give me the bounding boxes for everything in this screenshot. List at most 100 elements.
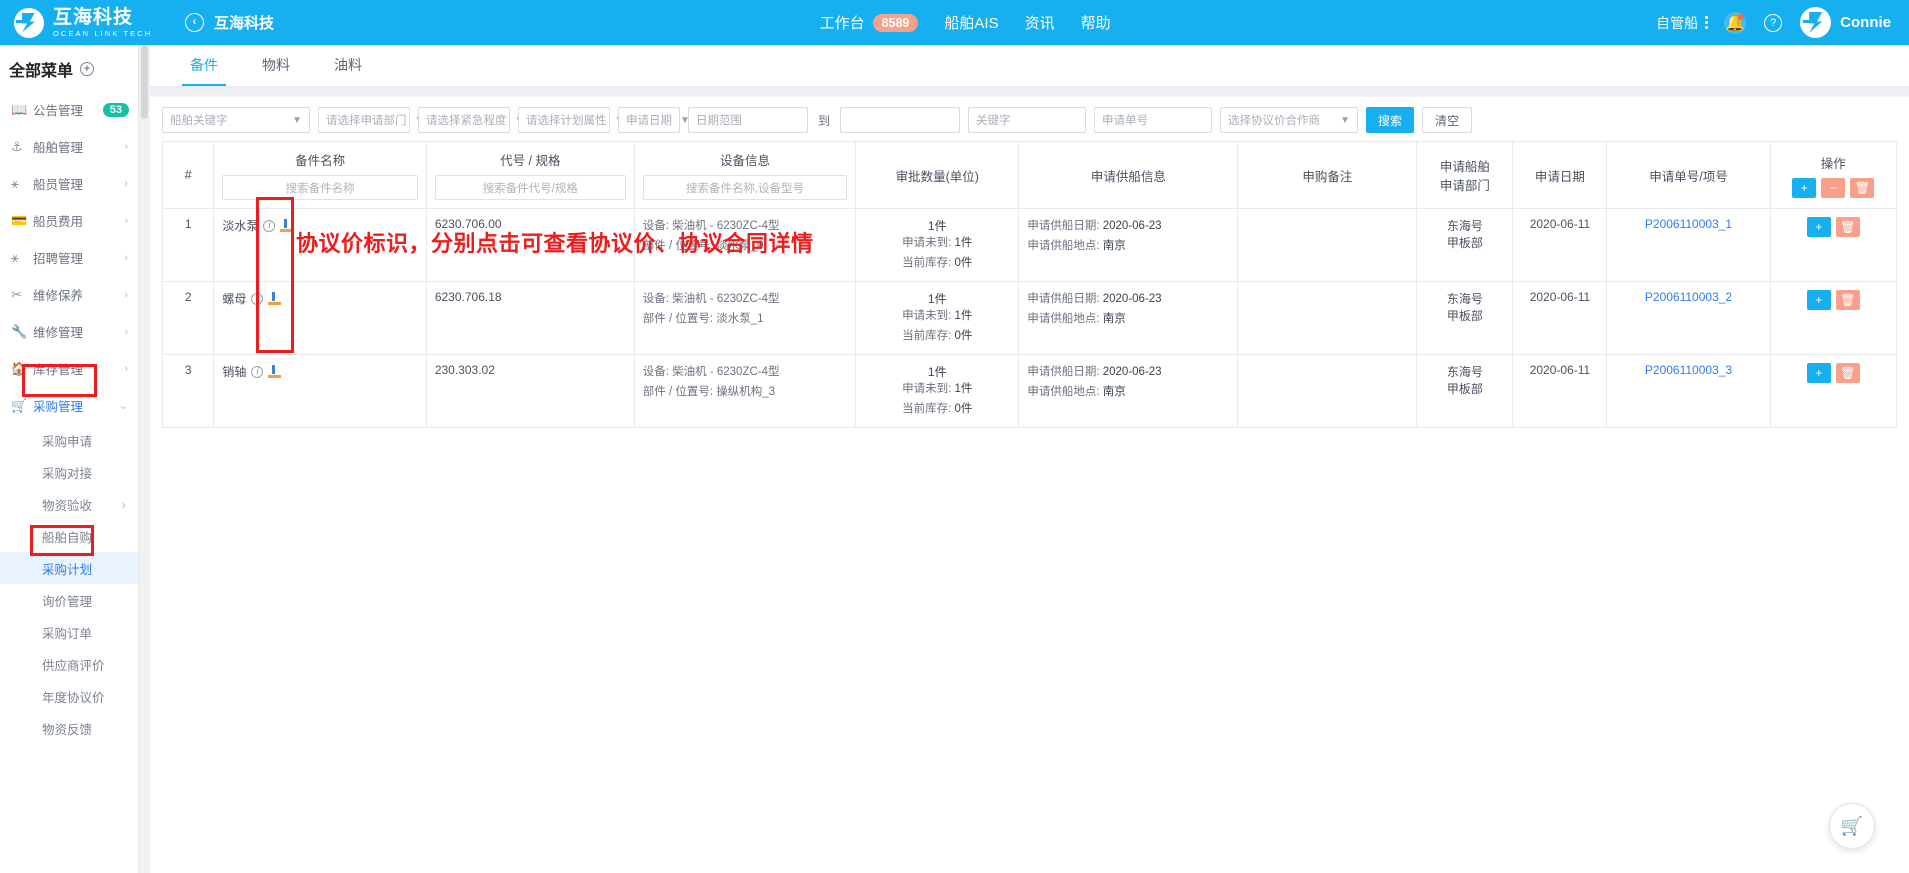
scrollbar-thumb[interactable] xyxy=(141,45,148,119)
sidebar-subitem-annual-agreement-price[interactable]: 年度协议价 xyxy=(0,680,138,712)
help-button[interactable]: ? xyxy=(1762,12,1784,34)
table-row[interactable]: 2 螺母 i 6230.706.18 设备: 柴油机 - 6230ZC-4型 部… xyxy=(161,281,1898,356)
table-row[interactable]: 3 销轴 i 230.303.02 设备: 柴油机 - 6230ZC-4型 部件… xyxy=(161,354,1898,429)
row-add-button[interactable]: + xyxy=(1806,363,1831,384)
apply-date-select[interactable]: 申请日期 ▼ xyxy=(618,107,690,133)
cell-index: 2 xyxy=(161,281,215,356)
apply-no-link[interactable]: P2006110003_1 xyxy=(1645,217,1732,231)
username-label: Connie xyxy=(1840,14,1891,31)
row-delete-button[interactable]: 🗑 xyxy=(1835,290,1860,311)
page-scrollbar[interactable] xyxy=(139,45,150,873)
info-icon[interactable]: i xyxy=(263,219,276,232)
th-apply-date: 申请日期 xyxy=(1512,141,1608,209)
top-menu-item-workbench[interactable]: 工作台 8589 xyxy=(820,12,919,33)
sidebar-item-inventory[interactable]: 🏠 库存管理 › xyxy=(0,350,138,387)
floating-cart-button[interactable]: 🛒 xyxy=(1829,803,1875,849)
sidebar-subitem-goods-acceptance[interactable]: 物资验收 xyxy=(0,488,138,520)
agreement-price-icon[interactable] xyxy=(268,365,282,379)
sidebar-item-label: 招聘管理 xyxy=(33,252,84,266)
sidebar-subitem-material-feedback[interactable]: 物资反馈 xyxy=(0,712,138,744)
more-options-icon[interactable] xyxy=(1705,16,1709,29)
search-equipment-input[interactable]: 搜索备件名称,设备型号 xyxy=(642,175,848,200)
sidebar-subitem-purchase-order[interactable]: 采购订单 xyxy=(0,616,138,648)
agreement-supplier-select[interactable]: 选择协议价合作商 ▼ xyxy=(1220,107,1359,133)
sidebar-subitem-purchase-request[interactable]: 采购申请 xyxy=(0,424,138,456)
user-profile[interactable]: Connie xyxy=(1800,7,1891,38)
info-icon[interactable]: i xyxy=(251,365,264,378)
apply-no-link[interactable]: P2006110003_3 xyxy=(1645,363,1732,377)
add-menu-icon[interactable]: + xyxy=(80,62,95,76)
remove-row-button[interactable]: − xyxy=(1821,177,1846,198)
keyword-placeholder: 关键字 xyxy=(976,115,1011,127)
supply-place-label: 申请供船地点: xyxy=(1027,239,1100,252)
date-range-from-input[interactable]: 日期范围 xyxy=(688,107,808,133)
department-select[interactable]: 请选择申请部门 ▼ xyxy=(318,107,424,133)
ship-keyword-select[interactable]: 船舶关键字 ▼ xyxy=(162,107,310,133)
sidebar-subitem-supplier-evaluation[interactable]: 供应商评价 xyxy=(0,648,138,680)
expense-icon: 💳 xyxy=(11,212,28,228)
search-code-input[interactable]: 搜索备件代号/规格 xyxy=(434,175,626,200)
row-delete-button[interactable]: 🗑 xyxy=(1835,217,1860,237)
sidebar-item-announcement[interactable]: 📖 公告管理 53 xyxy=(0,91,138,128)
top-menu-item-help[interactable]: 帮助 xyxy=(1081,12,1111,33)
sidebar-item-label: 维修管理 xyxy=(33,326,84,340)
row-add-button[interactable]: + xyxy=(1806,290,1831,311)
apply-no-input[interactable]: 申请单号 xyxy=(1094,107,1213,133)
app-root: 互海科技 OCEAN LINK TECH ‹ 互海科技 工作台 8589 船舶A… xyxy=(0,0,1909,873)
apply-no-link[interactable]: P2006110003_2 xyxy=(1645,290,1732,304)
cell-name: 销轴 i xyxy=(213,354,427,429)
date-range-to-input[interactable] xyxy=(840,107,961,133)
sidebar-item-label: 采购管理 xyxy=(33,400,84,414)
delete-selected-button[interactable]: 🗑 xyxy=(1850,177,1875,198)
row-delete-button[interactable]: 🗑 xyxy=(1835,363,1860,384)
sidebar-item-label: 维修保养 xyxy=(33,289,84,303)
row-add-button[interactable]: + xyxy=(1806,217,1831,237)
tab-materials[interactable]: 物料 xyxy=(240,45,312,86)
sidebar-item-label: 船舶管理 xyxy=(33,141,84,155)
plan-attribute-select[interactable]: 请选择计划属性 ▼ xyxy=(518,107,624,133)
search-name-input[interactable]: 搜索备件名称 xyxy=(222,175,418,200)
pending-quantity-label: 申请未到: xyxy=(902,310,952,323)
sidebar-item-repair-management[interactable]: 🔧 维修管理 › xyxy=(0,313,138,350)
notifications-button[interactable]: 🔔 xyxy=(1724,11,1747,34)
keyword-input[interactable]: 关键字 xyxy=(968,107,1087,133)
sidebar-item-crew[interactable]: ⚹ 船员管理 › xyxy=(0,165,138,202)
workbench-badge: 8589 xyxy=(872,13,919,32)
warehouse-icon: 🏠 xyxy=(11,360,28,376)
sidebar-item-crew-expense[interactable]: 💳 船员费用 › xyxy=(0,202,138,239)
sidebar-item-recruitment[interactable]: ⚹ 招聘管理 › xyxy=(0,239,138,276)
sidebar-title-label: 全部菜单 xyxy=(9,63,74,80)
back-navigation[interactable]: ‹ 互海科技 xyxy=(185,12,274,33)
search-button[interactable]: 搜索 xyxy=(1366,107,1415,133)
top-menu-item-ais[interactable]: 船舶AIS xyxy=(944,12,998,33)
supply-place-value: 南京 xyxy=(1102,312,1126,325)
pending-quantity-value: 1件 xyxy=(954,310,973,323)
th-index-label: # xyxy=(184,168,192,182)
sidebar-subitem-purchase-plan[interactable]: 采购计划 xyxy=(0,552,138,584)
top-menu-item-news[interactable]: 资讯 xyxy=(1025,12,1055,33)
agreement-price-icon[interactable] xyxy=(268,292,282,306)
sidebar-item-maintenance-upkeep[interactable]: ✂ 维修保养 › xyxy=(0,276,138,313)
agreement-price-icon[interactable] xyxy=(280,219,294,232)
sidebar-subitem-purchase-docking[interactable]: 采购对接 xyxy=(0,456,138,488)
tab-spare-parts[interactable]: 备件 xyxy=(168,45,240,86)
wrench-icon: 🔧 xyxy=(11,323,28,339)
clear-button[interactable]: 清空 xyxy=(1422,107,1473,133)
ship-scope-selector[interactable]: 自管船 xyxy=(1656,13,1709,33)
info-icon[interactable]: i xyxy=(251,292,264,305)
sidebar-subitem-label: 采购申请 xyxy=(42,434,93,449)
urgency-select[interactable]: 请选择紧急程度 ▼ xyxy=(418,107,524,133)
cell-code: 230.303.02 xyxy=(425,354,635,429)
th-approved-qty: 审批数量(单位) xyxy=(855,141,1020,209)
cell-name: 螺母 i xyxy=(213,281,427,356)
back-arrow-icon[interactable]: ‹ xyxy=(185,13,204,32)
sidebar-subitem-ship-self-purchase[interactable]: 船舶自购 xyxy=(0,520,138,552)
add-row-button[interactable]: + xyxy=(1792,177,1817,198)
chevron-right-icon: › xyxy=(124,325,128,338)
sidebar-item-procurement[interactable]: 🛒 采购管理 ⌄ xyxy=(0,387,138,424)
cell-operations: + 🗑 xyxy=(1769,354,1898,429)
brand-logo-group[interactable]: 互海科技 OCEAN LINK TECH xyxy=(0,7,165,38)
sidebar-item-vessel[interactable]: ⚓ 船舶管理 › xyxy=(0,128,138,165)
tab-fuel[interactable]: 油料 xyxy=(312,45,384,86)
sidebar-subitem-inquiry-management[interactable]: 询价管理 xyxy=(0,584,138,616)
